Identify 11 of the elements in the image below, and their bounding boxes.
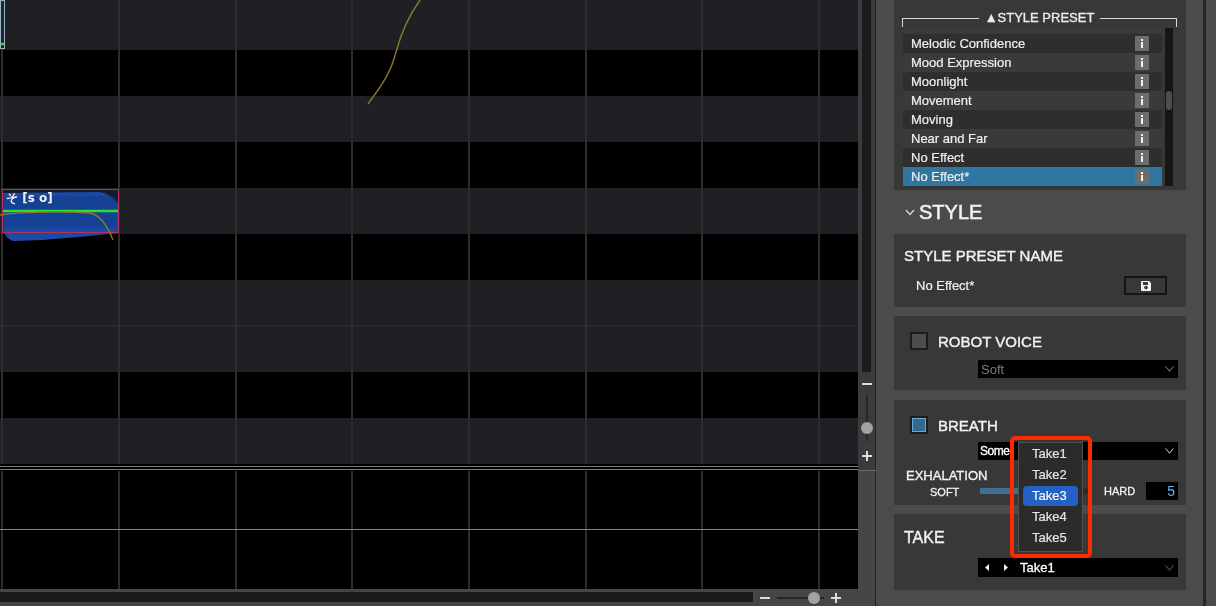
card-title: STYLE PRESET NAME <box>904 247 1063 265</box>
section-title: STYLE <box>919 200 983 224</box>
slider-label: SOFT <box>930 485 961 499</box>
preset-name-value: No Effect* <box>916 278 975 293</box>
note-lyric: そ [s o] <box>6 191 53 205</box>
slider-label: HARD <box>1104 485 1136 497</box>
field-label: EXHALATION <box>906 468 988 484</box>
card-title: TAKE <box>904 528 945 547</box>
preset-list-title: ▲STYLE PRESET <box>978 10 1101 26</box>
checkbox-label: ROBOT VOICE <box>938 332 1042 350</box>
checkbox-label: BREATH <box>938 416 998 434</box>
